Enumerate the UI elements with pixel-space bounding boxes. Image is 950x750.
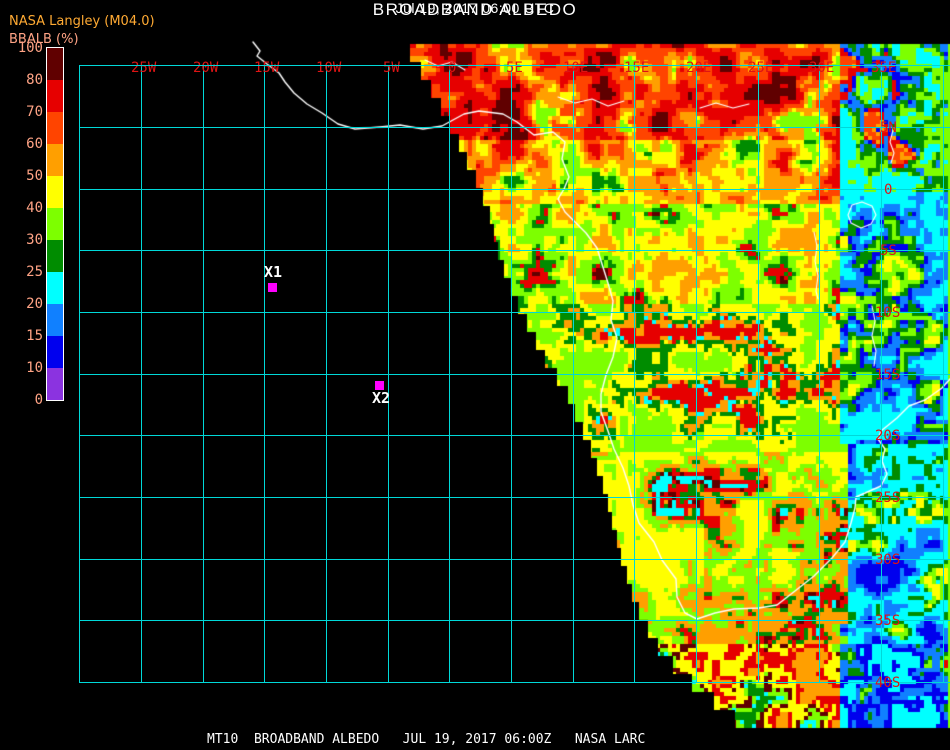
grid-latitude-label: 20S — [875, 428, 901, 444]
grid-parallel-10S — [79, 312, 950, 313]
colorbar-tick-label: 15 — [26, 328, 43, 344]
colorbar-tick-label: 10 — [26, 360, 43, 376]
grid-parallel-35S — [79, 620, 950, 621]
grid-latitude-label: 15S — [875, 367, 901, 383]
grid-longitude-label: 5W — [383, 60, 400, 76]
colorbar-tick-label: 30 — [26, 232, 43, 248]
colorbar-segment-chartreuse — [47, 208, 63, 240]
colorbar-segment-green — [47, 240, 63, 272]
colorbar-tick-label: 25 — [26, 264, 43, 280]
grid-longitude-label: 15W — [254, 60, 280, 76]
site-marker-label-X2: X2 — [372, 389, 391, 407]
grid-parallel-30S — [79, 559, 950, 560]
grid-latitude-label: 10S — [875, 305, 901, 321]
grid-parallel-0 — [79, 189, 950, 190]
albedo-map-canvas — [0, 0, 950, 750]
grid-longitude-label: 5E — [506, 60, 523, 76]
colorbar-segment-blue — [47, 336, 63, 368]
colorbar-tick-label: 70 — [26, 104, 43, 120]
grid-parallel-15S — [79, 374, 950, 375]
colorbar-tick-label: 20 — [26, 296, 43, 312]
grid-latitude-label: 30S — [875, 552, 901, 568]
grid-longitude-label: 25W — [131, 60, 157, 76]
grid-latitude-label: 40S — [875, 675, 901, 691]
screen: 25W 20W 15W 10W 5W 0 5E 10E 15E 20E 25E 30E 35E 5N 0 5S… — [0, 0, 950, 750]
site-marker-label-X1: X1 — [264, 263, 283, 281]
colorbar-tick-label: 60 — [26, 136, 43, 152]
colorbar-tick-label: 40 — [26, 200, 43, 216]
grid-longitude-label: 25E — [748, 60, 774, 76]
colorbar-segment-yellow — [47, 176, 63, 208]
grid-longitude-label: 35E — [871, 60, 897, 76]
grid-parallel-5S — [79, 250, 950, 251]
grid-parallel-edge — [79, 65, 950, 66]
grid-latitude-label: 5S — [880, 243, 897, 259]
colorbar-segment-darkred — [47, 48, 63, 80]
grid-latitude-label: 0 — [884, 182, 893, 198]
footer-text: MT10 BROADBAND ALBEDO JUL 19, 2017 06:00… — [207, 732, 646, 747]
grid-longitude-label: 10W — [316, 60, 342, 76]
colorbar-tick-label: 50 — [26, 168, 43, 184]
grid-latitude-label: 5N — [880, 120, 897, 136]
colorbar — [46, 47, 64, 401]
colorbar-segment-orange — [47, 144, 63, 176]
grid-longitude-label: 10E — [563, 60, 589, 76]
grid-longitude-label: 20E — [686, 60, 712, 76]
colorbar-segment-orangered — [47, 112, 63, 144]
colorbar-segment-dodger — [47, 304, 63, 336]
grid-longitude-label: 30E — [809, 60, 835, 76]
grid-longitude-label: 20W — [193, 60, 219, 76]
grid-longitude-label: 0 — [448, 60, 457, 76]
colorbar-segment-cyan — [47, 272, 63, 304]
colorbar-segment-red — [47, 80, 63, 112]
colorbar-tick-label: 100 — [17, 40, 43, 56]
site-marker-X1 — [268, 283, 277, 292]
grid-parallel-5N — [79, 127, 950, 128]
colorbar-segment-purple — [47, 368, 63, 400]
grid-latitude-label: 25S — [875, 490, 901, 506]
grid-parallel-40S — [79, 682, 950, 683]
grid-parallel-25S — [79, 497, 950, 498]
grid-latitude-label: 35S — [875, 613, 901, 629]
source-label: NASA Langley (M04.0) — [9, 14, 155, 29]
footer-bar: MT10 BROADBAND ALBEDO JUL 19, 2017 06:00… — [0, 730, 950, 750]
colorbar-tick-label: 80 — [26, 72, 43, 88]
colorbar-tick-label: 0 — [34, 392, 43, 408]
grid-longitude-label: 15E — [624, 60, 650, 76]
grid-parallel-20S — [79, 435, 950, 436]
